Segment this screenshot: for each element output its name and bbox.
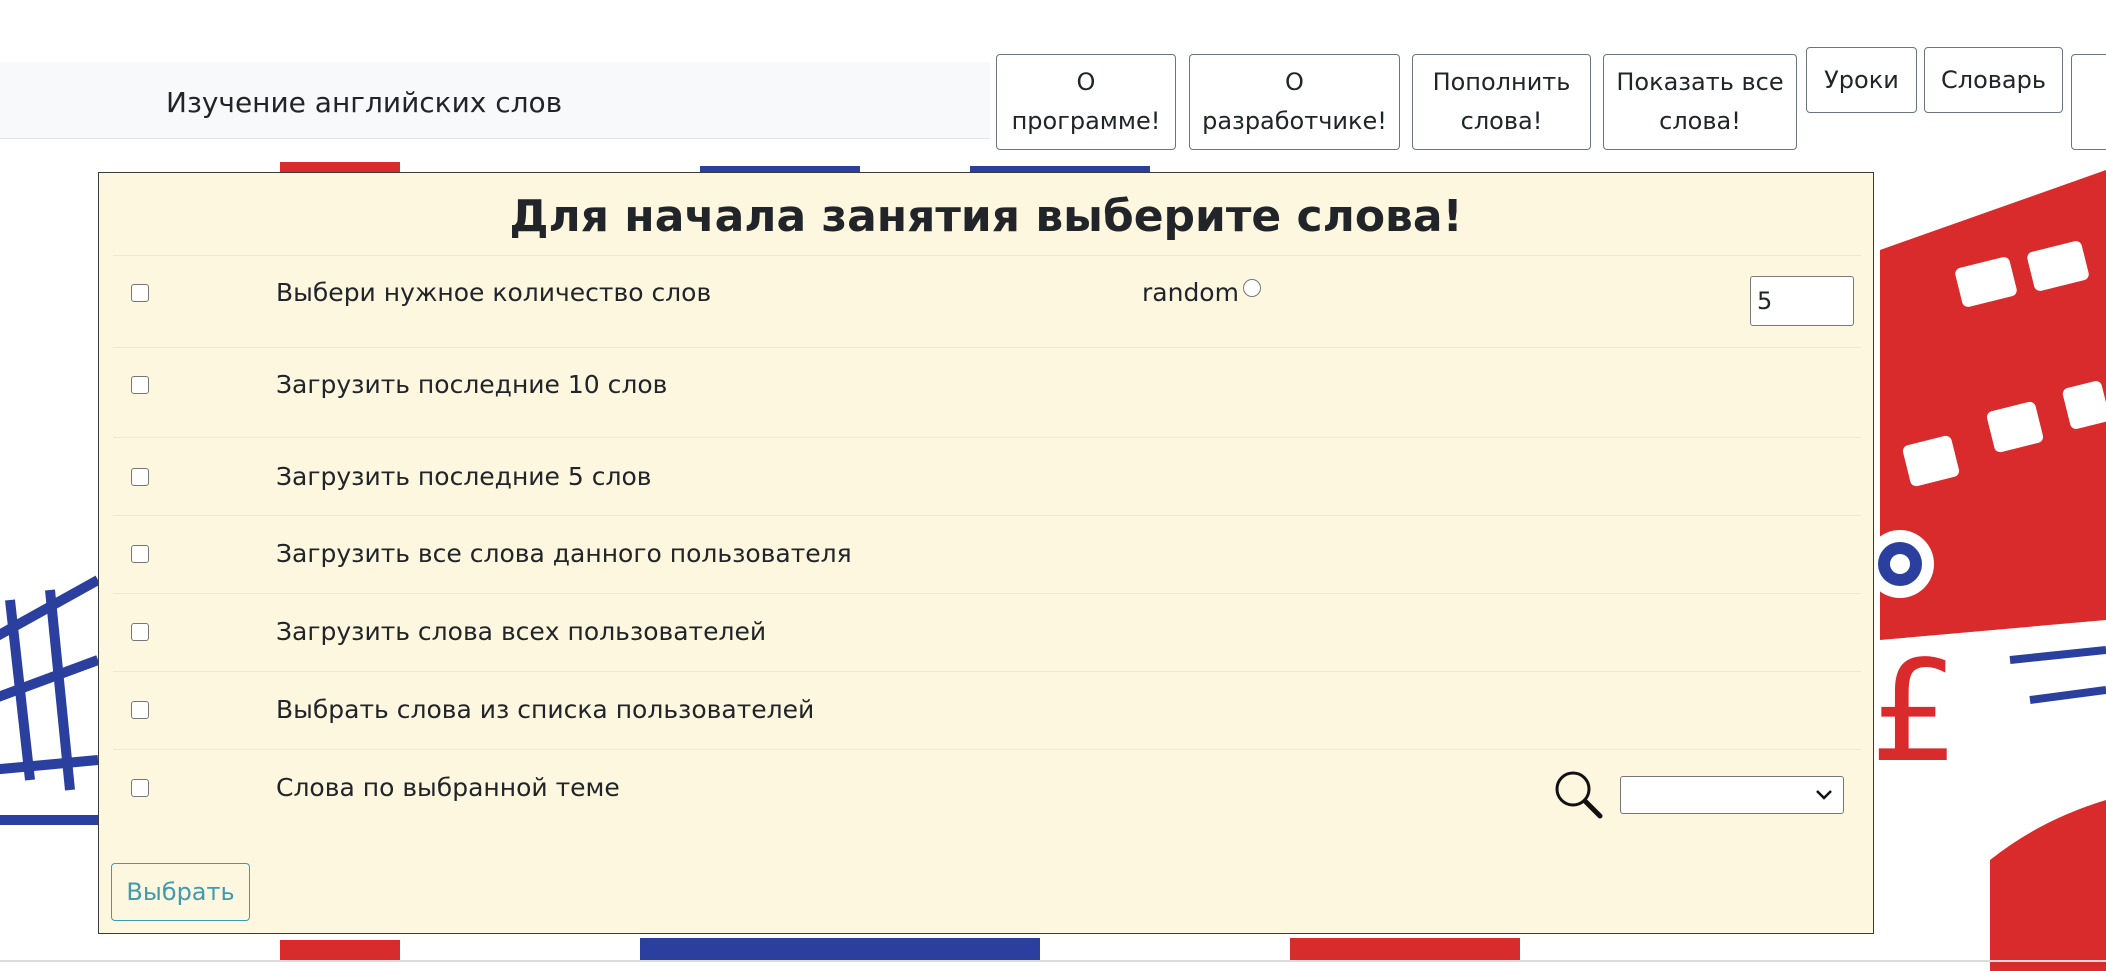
option-label: Слова по выбранной теме <box>276 773 620 802</box>
option-label: Загрузить слова всех пользователей <box>276 617 767 646</box>
random-radio[interactable] <box>1242 279 1261 297</box>
footer-divider <box>0 960 2106 962</box>
chevron-down-icon <box>1816 790 1832 800</box>
navbar: Изучение английских слов <box>0 62 990 139</box>
option-row-last10: Загрузить последние 10 слов <box>113 347 1861 437</box>
svg-text:£: £ <box>1870 631 1959 794</box>
panel-title: Для начала занятия выберите слова! <box>509 191 1463 242</box>
option-row-all-users: Загрузить слова всех пользователей <box>113 593 1861 671</box>
option-label: Загрузить все слова данного пользователя <box>276 539 852 568</box>
option-checkbox[interactable] <box>131 701 149 719</box>
about-developer-button[interactable]: О разработчике! <box>1189 54 1400 150</box>
option-row-last5: Загрузить последние 5 слов <box>113 437 1861 515</box>
option-checkbox[interactable] <box>131 779 149 797</box>
option-label: Загрузить последние 10 слов <box>276 370 668 399</box>
option-checkbox[interactable] <box>131 545 149 563</box>
show-all-words-button[interactable]: Показать все слова! <box>1603 54 1797 150</box>
nav-button-partial[interactable] <box>2071 54 2106 150</box>
word-selection-panel: Для начала занятия выберите слова! Выбер… <box>98 172 1874 934</box>
option-row-topic: Слова по выбранной теме <box>113 749 1861 839</box>
option-row-user-list: Выбрать слова из списка пользователей <box>113 671 1861 749</box>
random-option: random <box>1142 278 1261 307</box>
select-words-button[interactable]: Выбрать <box>111 863 250 921</box>
option-checkbox[interactable] <box>131 376 149 394</box>
option-row-count: Выбери нужное количество слов random <box>113 255 1861 347</box>
app-title[interactable]: Изучение английских слов <box>166 86 562 119</box>
lessons-button[interactable]: Уроки <box>1806 47 1917 113</box>
add-words-button[interactable]: Пополнить слова! <box>1412 54 1591 150</box>
option-checkbox[interactable] <box>131 284 149 302</box>
option-row-user-words: Загрузить все слова данного пользователя <box>113 515 1861 593</box>
option-checkbox[interactable] <box>131 468 149 486</box>
topic-select[interactable] <box>1620 776 1844 814</box>
option-label: Загрузить последние 5 слов <box>276 462 652 491</box>
about-program-button[interactable]: О программе! <box>996 54 1176 150</box>
option-label: Выбери нужное количество слов <box>276 278 712 307</box>
magnifier-icon[interactable] <box>1552 768 1604 820</box>
random-label: random <box>1142 278 1239 307</box>
option-label: Выбрать слова из списка пользователей <box>276 695 815 724</box>
option-checkbox[interactable] <box>131 623 149 641</box>
word-count-input[interactable] <box>1750 276 1854 326</box>
dictionary-button[interactable]: Словарь <box>1924 47 2063 113</box>
